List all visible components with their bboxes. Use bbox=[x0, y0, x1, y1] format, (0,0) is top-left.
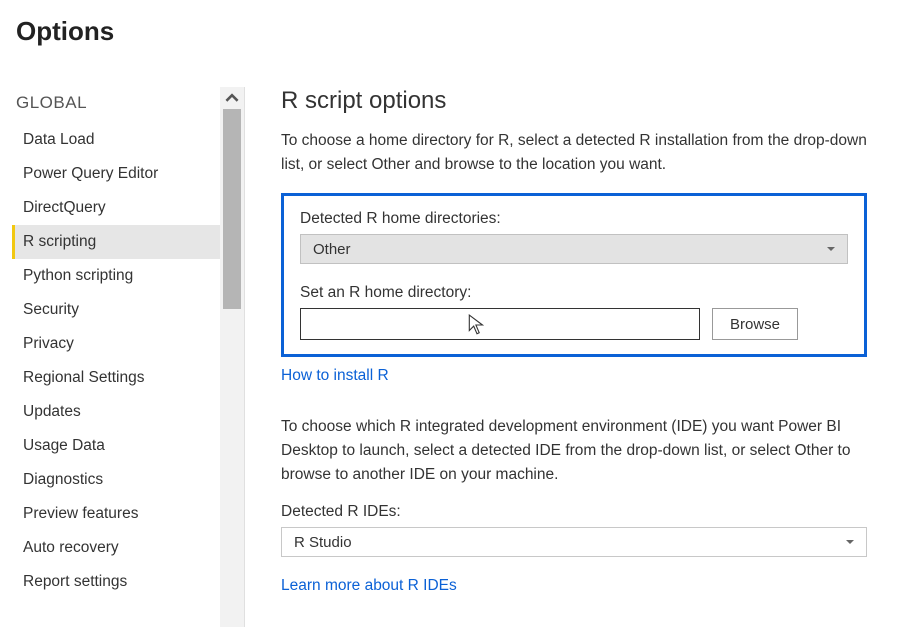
vertical-divider bbox=[244, 87, 245, 627]
content-intro: To choose a home directory for R, select… bbox=[281, 129, 867, 177]
r-home-highlight-box: Detected R home directories: Other Set a… bbox=[281, 193, 867, 357]
sidebar-item-diagnostics[interactable]: Diagnostics bbox=[12, 463, 220, 497]
sidebar-item-security[interactable]: Security bbox=[12, 293, 220, 327]
scroll-thumb[interactable] bbox=[223, 109, 241, 309]
page-title: Options bbox=[16, 16, 889, 47]
how-to-install-r-link[interactable]: How to install R bbox=[281, 367, 389, 385]
sidebar: GLOBAL Data Load Power Query Editor Dire… bbox=[12, 87, 220, 627]
set-home-label: Set an R home directory: bbox=[300, 284, 848, 302]
detected-ide-dropdown[interactable]: R Studio bbox=[281, 527, 867, 557]
content-heading: R script options bbox=[281, 87, 867, 115]
ide-intro: To choose which R integrated development… bbox=[281, 415, 867, 487]
sidebar-item-power-query-editor[interactable]: Power Query Editor bbox=[12, 157, 220, 191]
sidebar-section-global: GLOBAL bbox=[12, 87, 220, 123]
sidebar-item-r-scripting[interactable]: R scripting bbox=[12, 225, 220, 259]
sidebar-item-python-scripting[interactable]: Python scripting bbox=[12, 259, 220, 293]
detected-home-dropdown[interactable]: Other bbox=[300, 234, 848, 264]
detected-ide-value: R Studio bbox=[294, 534, 352, 551]
sidebar-item-data-load[interactable]: Data Load bbox=[12, 123, 220, 157]
detected-home-value: Other bbox=[313, 241, 351, 258]
sidebar-item-usage-data[interactable]: Usage Data bbox=[12, 429, 220, 463]
detected-home-label: Detected R home directories: bbox=[300, 210, 848, 228]
r-home-input[interactable] bbox=[300, 308, 700, 340]
sidebar-item-regional-settings[interactable]: Regional Settings bbox=[12, 361, 220, 395]
browse-button[interactable]: Browse bbox=[712, 308, 798, 340]
chevron-down-icon bbox=[827, 247, 835, 251]
sidebar-scrollbar[interactable] bbox=[220, 87, 244, 627]
chevron-down-icon bbox=[846, 540, 854, 544]
sidebar-item-preview-features[interactable]: Preview features bbox=[12, 497, 220, 531]
content-pane: R script options To choose a home direct… bbox=[251, 87, 889, 627]
sidebar-item-auto-recovery[interactable]: Auto recovery bbox=[12, 531, 220, 565]
sidebar-item-report-settings[interactable]: Report settings bbox=[12, 565, 220, 599]
scroll-track[interactable] bbox=[220, 109, 244, 627]
sidebar-item-privacy[interactable]: Privacy bbox=[12, 327, 220, 361]
scroll-up-icon[interactable] bbox=[220, 87, 244, 109]
detected-ide-label: Detected R IDEs: bbox=[281, 503, 867, 521]
sidebar-item-directquery[interactable]: DirectQuery bbox=[12, 191, 220, 225]
sidebar-item-updates[interactable]: Updates bbox=[12, 395, 220, 429]
learn-more-ides-link[interactable]: Learn more about R IDEs bbox=[281, 577, 457, 595]
